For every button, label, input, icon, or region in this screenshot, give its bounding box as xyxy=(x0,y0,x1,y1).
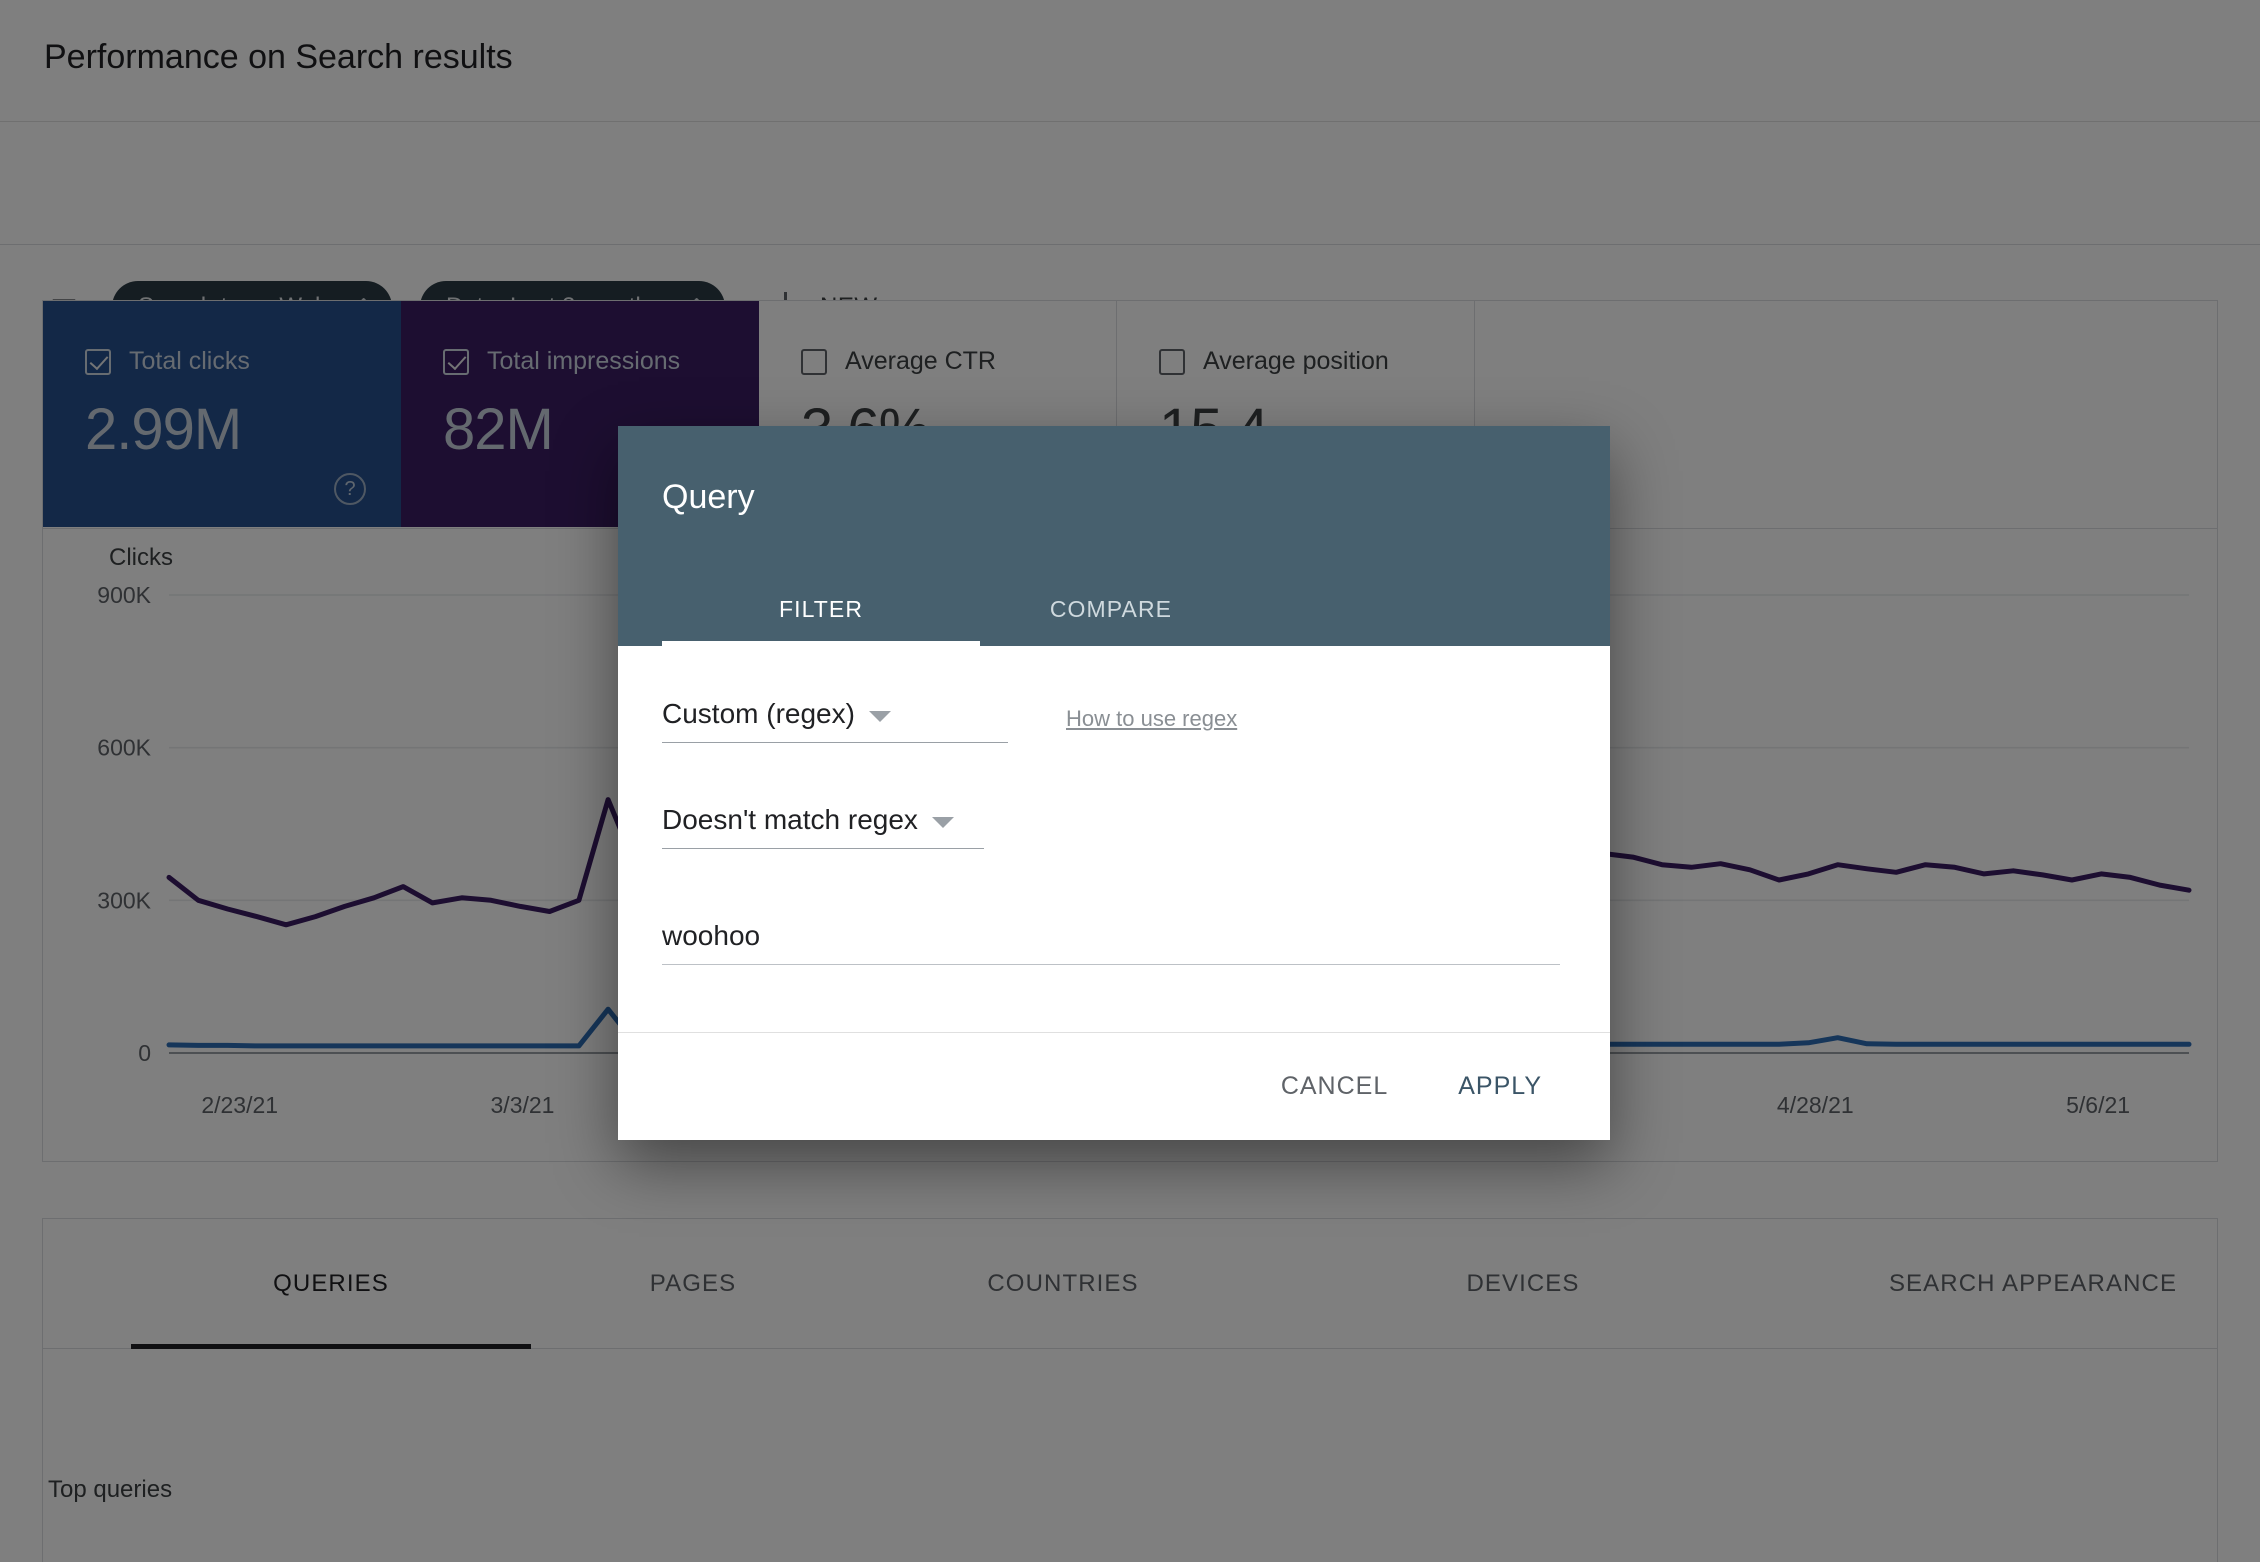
checkbox-total-impressions[interactable] xyxy=(443,348,469,375)
chevron-down-icon xyxy=(931,817,954,828)
metric-card-label: Average CTR xyxy=(845,347,996,375)
tab-filter[interactable]: FILTER xyxy=(662,572,980,646)
tab-label: PAGES xyxy=(649,1270,737,1297)
dimension-tabs: QUERIES PAGES COUNTRIES DEVICES SEARCH APPEA… xyxy=(43,1219,2217,1349)
dimension-select[interactable]: Custom (regex) xyxy=(662,698,1008,743)
operator-select[interactable]: Doesn't match regex xyxy=(662,804,984,849)
metric-card-label: Total clicks xyxy=(129,347,250,375)
tab-countries[interactable]: COUNTRIES xyxy=(913,1219,1213,1349)
tab-pages[interactable]: PAGES xyxy=(563,1219,823,1349)
dialog-tabs: FILTER COMPARE xyxy=(662,572,1242,646)
tab-label: SEARCH APPEARANCE xyxy=(1888,1270,2178,1297)
tab-search-appearance[interactable]: SEARCH APPEARANCE xyxy=(1763,1219,2260,1349)
dialog-body: Custom (regex) How to use regex Doesn't … xyxy=(618,646,1610,1032)
help-circle-icon[interactable]: ? xyxy=(334,473,366,505)
chart-y-tick-label: 900K xyxy=(97,582,151,608)
dimension-table-panel: QUERIES PAGES COUNTRIES DEVICES SEARCH APPEA… xyxy=(42,1218,2218,1562)
how-to-use-regex-link[interactable]: How to use regex xyxy=(1066,706,1237,732)
chevron-down-icon xyxy=(868,711,891,722)
page-title: Performance on Search results xyxy=(44,38,513,76)
metric-card-value: 2.99M xyxy=(85,397,242,462)
tab-devices[interactable]: DEVICES xyxy=(1373,1219,1673,1349)
chart-x-tick-label: 3/3/21 xyxy=(491,1092,555,1118)
metric-card-label: Average position xyxy=(1203,347,1389,375)
metric-card-head: Average position xyxy=(1159,347,1474,376)
chart-x-tick-label: 4/28/21 xyxy=(1777,1092,1854,1118)
chart-x-tick-label: 2/23/21 xyxy=(201,1092,278,1118)
regex-value-input-text: woohoo xyxy=(662,920,761,951)
dimension-select-value: Custom (regex) xyxy=(662,698,855,729)
top-queries-label: Top queries xyxy=(48,1476,173,1503)
tab-filter-label: FILTER xyxy=(778,595,864,622)
tab-label: DEVICES xyxy=(1466,1270,1580,1297)
chart-x-tick-label: 5/6/21 xyxy=(2066,1092,2130,1118)
chart-y-tick-label: 0 xyxy=(138,1040,151,1066)
checkbox-average-ctr[interactable] xyxy=(801,348,827,375)
chart-y-axis-title: Clicks xyxy=(109,544,173,571)
checkbox-average-position[interactable] xyxy=(1159,348,1185,375)
tab-label: COUNTRIES xyxy=(987,1270,1139,1297)
dialog-title: Query xyxy=(662,478,755,516)
checkbox-total-clicks[interactable] xyxy=(85,348,111,375)
regex-value-input[interactable]: woohoo xyxy=(662,920,1560,965)
tab-active-underline xyxy=(131,1344,531,1349)
metric-card-head: Total impressions xyxy=(443,347,758,376)
metric-card-head: Total clicks xyxy=(85,347,400,376)
metric-card-head: Average CTR xyxy=(801,347,1116,376)
tab-compare[interactable]: COMPARE xyxy=(980,572,1242,646)
query-filter-dialog: Query FILTER COMPARE Custom (regex) How … xyxy=(618,426,1610,1140)
metric-card-total-clicks[interactable]: Total clicks 2.99M ? xyxy=(43,301,401,527)
operator-select-value: Doesn't match regex xyxy=(662,804,918,835)
apply-button[interactable]: APPLY xyxy=(1436,1056,1564,1117)
tab-queries[interactable]: QUERIES xyxy=(131,1219,531,1349)
cancel-button[interactable]: CANCEL xyxy=(1259,1056,1410,1117)
tab-label: QUERIES xyxy=(273,1270,389,1297)
dialog-footer: CANCEL APPLY xyxy=(618,1032,1610,1140)
metric-card-label: Total impressions xyxy=(487,347,681,375)
dialog-header: Query FILTER COMPARE xyxy=(618,426,1610,646)
filter-bar: Search type: Web Date: Last 3 months NEW xyxy=(0,123,2260,333)
page-header: Performance on Search results xyxy=(0,0,2260,122)
chart-y-tick-label: 600K xyxy=(97,735,151,761)
chart-y-tick-label: 300K xyxy=(97,887,151,913)
tab-compare-label: COMPARE xyxy=(1049,595,1173,622)
